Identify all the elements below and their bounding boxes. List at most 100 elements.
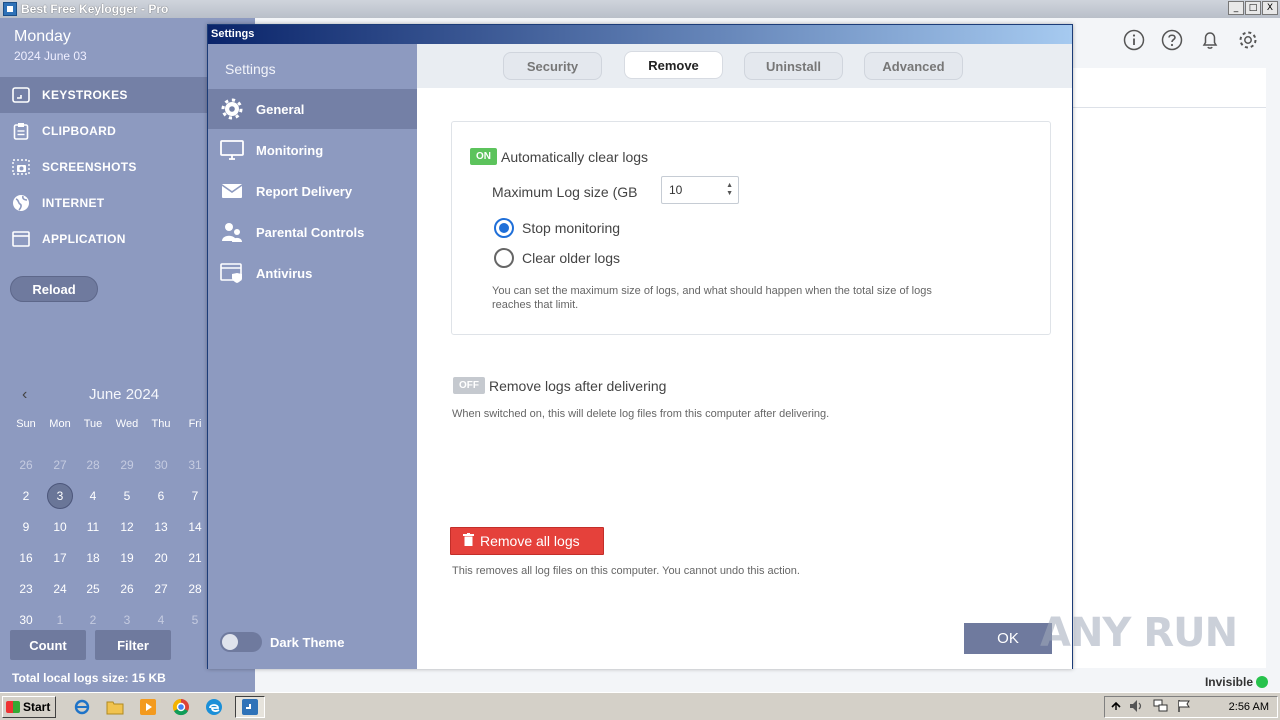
calendar-day-selected[interactable]: 3 [47, 483, 73, 509]
filter-button[interactable]: Filter [95, 630, 171, 660]
app-title: Best Free Keylogger - Pro [21, 2, 169, 16]
remove-after-delivering-toggle[interactable]: OFF [453, 377, 485, 394]
auto-clear-toggle[interactable]: ON [470, 148, 497, 165]
calendar-day[interactable]: 3 [110, 613, 144, 627]
calendar-day[interactable]: 17 [43, 551, 77, 565]
dark-theme-toggle[interactable]: Dark Theme [220, 632, 344, 652]
maximize-button[interactable]: □ [1245, 1, 1261, 15]
calendar-day[interactable]: 26 [9, 458, 43, 472]
edge-icon[interactable] [202, 696, 226, 718]
dark-theme-switch[interactable] [220, 632, 262, 652]
tab-advanced[interactable]: Advanced [864, 52, 963, 80]
calendar-day[interactable]: 28 [76, 458, 110, 472]
calendar-day[interactable]: 18 [76, 551, 110, 565]
calendar-day[interactable]: 23 [9, 582, 43, 596]
max-log-size-label: Maximum Log size (GB [492, 184, 638, 200]
status-indicator-icon [1256, 676, 1268, 688]
calendar-day[interactable]: 26 [110, 582, 144, 596]
tray-chevron-icon[interactable] [1111, 701, 1121, 714]
radio-button-checked[interactable] [494, 218, 514, 238]
calendar-day[interactable]: 30 [144, 458, 178, 472]
calendar-day[interactable]: 9 [9, 520, 43, 534]
calendar-day[interactable]: 10 [43, 520, 77, 534]
settings-dialog: Settings Settings General Monitoring Rep… [207, 24, 1073, 669]
minimize-button[interactable]: _ [1228, 1, 1244, 15]
speaker-icon[interactable] [1129, 699, 1145, 716]
calendar-day[interactable]: 6 [144, 489, 178, 503]
settings-item-label: Parental Controls [256, 224, 365, 240]
settings-item-report-delivery[interactable]: Report Delivery [208, 171, 417, 211]
remove-all-help-text: This removes all log files on this compu… [452, 565, 800, 577]
sidebar-item-label: KEYSTROKES [42, 88, 128, 102]
calendar-day[interactable]: 4 [76, 489, 110, 503]
folder-icon[interactable] [103, 696, 127, 718]
calendar-prev-button[interactable]: ‹ [22, 386, 27, 404]
calendar-day[interactable]: 27 [144, 582, 178, 596]
calendar-day[interactable]: 29 [110, 458, 144, 472]
info-icon[interactable] [1122, 28, 1146, 52]
action-center-flag-icon[interactable] [1177, 699, 1191, 716]
bell-icon[interactable] [1198, 28, 1222, 52]
calendar-day[interactable]: 11 [76, 520, 110, 534]
max-log-size-stepper[interactable]: 10 ▲ ▼ [661, 176, 739, 204]
calendar-day[interactable]: 5 [110, 489, 144, 503]
settings-item-antivirus[interactable]: Antivirus [208, 253, 417, 293]
background-panel [1072, 108, 1266, 668]
auto-clear-help-text: You can set the maximum size of logs, an… [492, 285, 932, 311]
radio-stop-monitoring[interactable]: Stop monitoring [494, 218, 620, 238]
auto-clear-card: ON Automatically clear logs Maximum Log … [451, 121, 1051, 335]
ie-icon[interactable] [70, 696, 94, 718]
settings-tabs: Security Remove Uninstall Advanced [417, 44, 1072, 88]
calendar-day[interactable]: 27 [43, 458, 77, 472]
calendar-day[interactable]: 30 [9, 613, 43, 627]
calendar-day[interactable]: 12 [110, 520, 144, 534]
stepper-arrows-icon[interactable]: ▲ ▼ [726, 182, 733, 198]
remove-after-delivering-help: When switched on, this will delete log f… [452, 408, 830, 420]
calendar-day[interactable]: 4 [144, 613, 178, 627]
auto-clear-label: Automatically clear logs [501, 148, 649, 165]
close-button[interactable]: X [1262, 1, 1278, 15]
settings-side-title: Settings [225, 61, 276, 77]
gear-icon[interactable] [1236, 28, 1260, 52]
media-player-icon[interactable] [136, 696, 160, 718]
invisible-status: Invisible [1205, 675, 1268, 689]
settings-item-label: Monitoring [256, 142, 324, 158]
chrome-icon[interactable] [169, 696, 193, 718]
calendar-day[interactable]: 20 [144, 551, 178, 565]
calendar-day[interactable]: 16 [9, 551, 43, 565]
tab-uninstall[interactable]: Uninstall [744, 52, 843, 80]
start-button[interactable]: Start [2, 695, 56, 718]
count-button[interactable]: Count [10, 630, 86, 660]
reload-button[interactable]: Reload [10, 276, 98, 302]
remove-all-logs-button[interactable]: Remove all logs [450, 527, 604, 555]
settings-item-monitoring[interactable]: Monitoring [208, 130, 417, 170]
window-controls: _ □ X [1228, 1, 1278, 15]
tab-security[interactable]: Security [503, 52, 602, 80]
app-logo-icon [3, 2, 17, 16]
tab-remove[interactable]: Remove [624, 51, 723, 79]
settings-item-parental-controls[interactable]: Parental Controls [208, 212, 417, 252]
remove-all-logs-label: Remove all logs [480, 533, 580, 549]
clipboard-icon [12, 122, 30, 140]
dialog-titlebar: Settings [208, 25, 1072, 44]
sidebar-item-label: SCREENSHOTS [42, 160, 137, 174]
taskbar-clock[interactable]: 2:56 AM [1229, 701, 1269, 713]
calendar-day[interactable]: 1 [43, 613, 77, 627]
camera-icon [12, 158, 30, 176]
radio-clear-older-logs[interactable]: Clear older logs [494, 248, 620, 268]
calendar-day[interactable]: 2 [76, 613, 110, 627]
calendar-day[interactable]: 25 [76, 582, 110, 596]
network-icon[interactable] [1153, 699, 1169, 716]
calendar-day[interactable]: 24 [43, 582, 77, 596]
calendar-day[interactable]: 2 [9, 489, 43, 503]
settings-item-general[interactable]: General [208, 89, 417, 129]
header-icons [1122, 28, 1260, 52]
calendar-day[interactable]: 13 [144, 520, 178, 534]
keylogger-app-icon[interactable] [235, 695, 265, 718]
keyboard-icon [12, 86, 30, 104]
help-icon[interactable] [1160, 28, 1184, 52]
calendar-day[interactable]: 19 [110, 551, 144, 565]
ok-button[interactable]: OK [964, 623, 1052, 654]
calendar-title: June 2024 [89, 386, 160, 403]
radio-button[interactable] [494, 248, 514, 268]
